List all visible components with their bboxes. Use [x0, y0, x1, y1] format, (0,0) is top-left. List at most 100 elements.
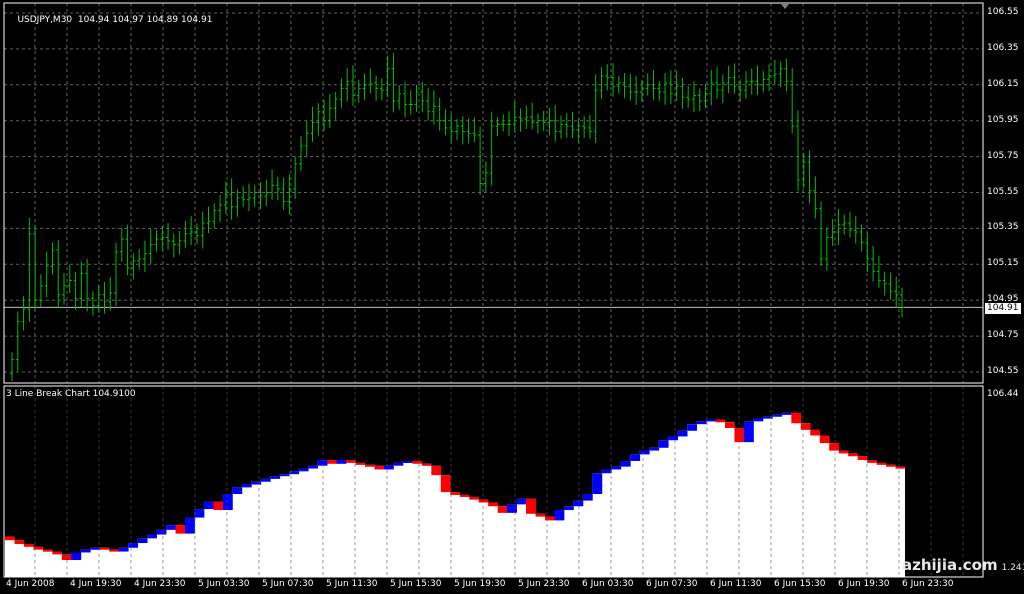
- time-tick-label: 5 Jun 07:30: [262, 579, 314, 589]
- line-break-brick: [175, 525, 186, 534]
- ohlc-bar: [443, 109, 448, 136]
- ohlc-bar: [33, 225, 38, 311]
- ohlc-bar: [229, 178, 234, 220]
- line-break-brick: [668, 436, 679, 441]
- ohlc-bar: [715, 67, 720, 99]
- shift-marker: [781, 4, 789, 9]
- ohlc-bar: [408, 90, 413, 115]
- line-break-brick: [194, 509, 205, 518]
- price-tick-label: 106.15: [987, 78, 1019, 89]
- ohlc-bar: [44, 251, 49, 298]
- line-break-brick: [99, 547, 110, 550]
- ohlc-bar: [142, 240, 147, 272]
- line-break-brick: [791, 412, 802, 424]
- ohlc-bar: [171, 233, 176, 258]
- ohlc-bar: [270, 169, 275, 200]
- line-break-brick: [838, 450, 849, 454]
- ohlc-bar: [894, 276, 899, 308]
- ohlc-bar: [553, 104, 558, 142]
- line-break-brick: [52, 551, 63, 555]
- line-break-brick: [118, 547, 129, 552]
- line-break-brick: [71, 552, 82, 561]
- ohlc-bar: [189, 216, 194, 246]
- line-break-brick: [251, 481, 262, 485]
- ohlc-bar: [778, 61, 783, 87]
- ohlc-bar: [807, 150, 812, 204]
- line-break-brick: [222, 493, 233, 511]
- line-break-brick: [459, 494, 470, 497]
- ohlc-bar: [15, 311, 20, 371]
- line-break-brick: [658, 440, 669, 448]
- line-break-brick: [336, 460, 347, 464]
- line-break-brick: [781, 412, 792, 415]
- ohlc-bar: [194, 223, 199, 245]
- ohlc-bar: [599, 67, 604, 99]
- line-break-brick: [649, 447, 660, 451]
- ohlc-bar: [368, 68, 373, 94]
- time-tick-label: 5 Jun 11:30: [326, 579, 378, 589]
- line-break-brick: [402, 460, 413, 463]
- ohlc-bar: [628, 73, 633, 101]
- line-break-brick: [137, 538, 148, 544]
- price-tick-label: 105.15: [987, 258, 1019, 269]
- line-break-brick: [440, 475, 451, 493]
- line-break-brick: [203, 501, 214, 510]
- ohlc-bar: [686, 85, 691, 108]
- ohlc-bar: [160, 225, 165, 251]
- time-tick-label: 5 Jun 03:30: [198, 579, 250, 589]
- chart-canvas[interactable]: [0, 0, 1024, 594]
- line-break-brick: [185, 517, 195, 534]
- line-break-brick: [109, 549, 120, 552]
- ohlc-bar: [333, 91, 338, 120]
- line-break-brick: [147, 534, 157, 539]
- ohlc-bar: [691, 81, 696, 113]
- line-break-brick: [478, 499, 489, 503]
- time-tick-label: 6 Jun 03:30: [582, 579, 634, 589]
- ohlc-bar: [634, 76, 639, 105]
- ohlc-bar: [882, 271, 887, 296]
- line-break-brick: [601, 469, 612, 474]
- indicator-scale-bottom: 1.2412: [1001, 563, 1024, 573]
- ohlc-bar: [322, 100, 327, 131]
- line-break-brick: [563, 506, 574, 511]
- line-break-brick: [819, 435, 830, 444]
- ohlc-bar: [489, 111, 494, 186]
- ohlc-bar: [830, 219, 835, 246]
- ohlc-bar: [836, 209, 841, 245]
- line-break-brick: [421, 463, 432, 466]
- ohlc-bar: [154, 230, 159, 252]
- ohlc-bar: [605, 64, 610, 91]
- price-tick-label: 105.75: [987, 150, 1019, 161]
- price-tick-label: 106.55: [987, 7, 1019, 17]
- ohlc-bar: [524, 105, 529, 129]
- line-break-brick: [800, 423, 811, 430]
- line-break-brick: [743, 421, 754, 443]
- line-break-brick: [270, 476, 281, 479]
- time-tick-label: 5 Jun 19:30: [454, 579, 506, 589]
- ohlc-bar: [183, 220, 188, 249]
- price-tick-label: 104.75: [987, 330, 1019, 341]
- line-break-brick: [810, 429, 821, 436]
- line-break-brick: [241, 484, 252, 488]
- ohlc-bar: [304, 120, 309, 158]
- ohlc-bar: [374, 75, 379, 102]
- ohlc-bar: [657, 81, 662, 101]
- line-break-brick: [876, 462, 887, 465]
- ohlc-bar: [507, 111, 512, 136]
- ohlc-bar: [339, 78, 344, 108]
- ohlc-bar: [455, 118, 459, 141]
- price-tick-label: 105.55: [987, 186, 1019, 197]
- ohlc-bar: [21, 296, 26, 331]
- ohlc-bar: [466, 118, 471, 144]
- line-break-brick: [128, 543, 139, 548]
- line-break-brick: [80, 549, 91, 553]
- line-break-brick: [772, 414, 783, 417]
- ohlc-bar: [200, 211, 205, 249]
- ohlc-bar: [420, 81, 425, 113]
- line-break-brick: [469, 496, 480, 500]
- ohlc-bar: [749, 68, 754, 95]
- line-break-brick: [232, 487, 243, 494]
- line-break-brick: [497, 506, 508, 513]
- ohlc-bar: [385, 55, 390, 98]
- line-break-brick: [725, 422, 735, 428]
